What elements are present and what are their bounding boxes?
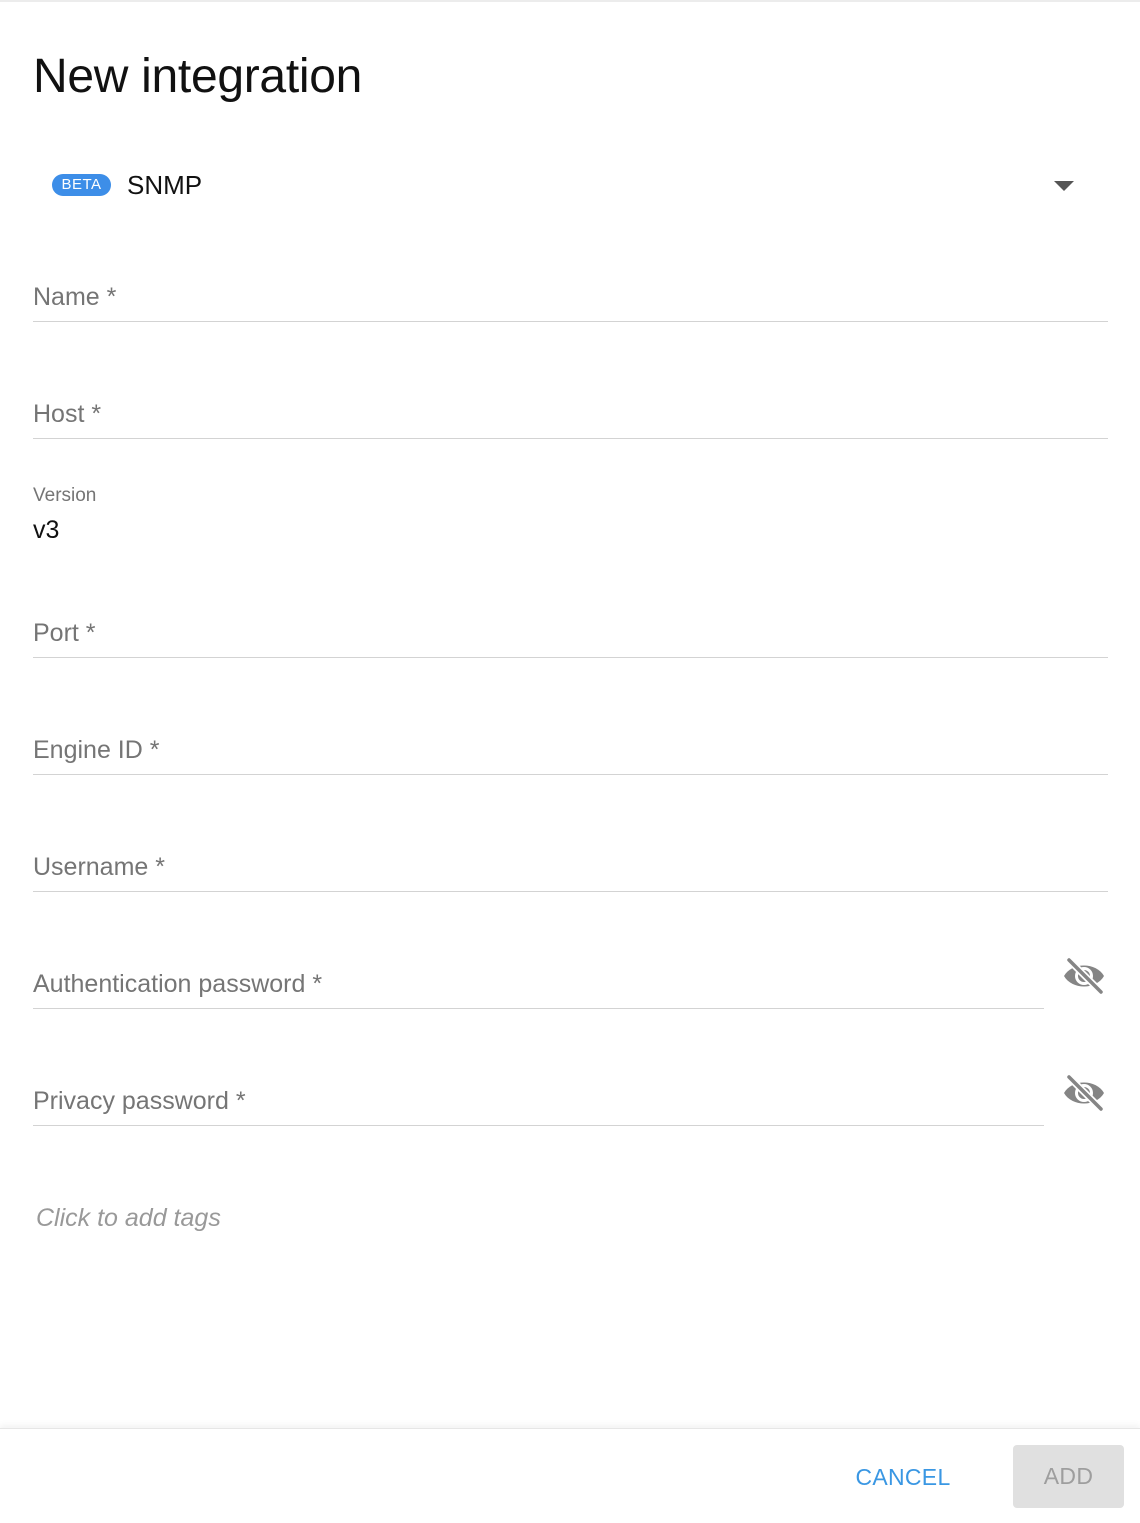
add-button[interactable]: ADD (1013, 1445, 1124, 1508)
name-field[interactable]: Name * (33, 262, 1108, 322)
name-label: Name * (33, 283, 117, 311)
auth-password-visibility-toggle[interactable] (1060, 956, 1108, 996)
chevron-down-icon[interactable] (1054, 181, 1074, 191)
privacy-password-visibility-toggle[interactable] (1060, 1073, 1108, 1113)
username-field[interactable]: Username * (33, 832, 1108, 892)
port-label: Port * (33, 619, 96, 647)
beta-badge: BETA (52, 174, 111, 196)
dialog-top-border (0, 0, 1140, 2)
eye-off-icon (1064, 957, 1104, 995)
integration-type-value: SNMP (127, 170, 203, 200)
host-label: Host * (33, 400, 102, 428)
port-field[interactable]: Port * (33, 598, 1108, 658)
eye-off-icon (1064, 1074, 1104, 1112)
privacy-password-underline (33, 1125, 1044, 1126)
engine-id-label: Engine ID * (33, 736, 160, 764)
privacy-password-label: Privacy password * (33, 1087, 246, 1115)
auth-password-underline (33, 1008, 1044, 1009)
dialog-footer: CANCEL ADD (0, 1428, 1140, 1523)
tags-input[interactable]: Click to add tags (36, 1203, 221, 1233)
version-label: Version (33, 485, 97, 506)
host-field[interactable]: Host * (33, 379, 1108, 439)
integration-type-select[interactable]: BETA SNMP (33, 160, 1108, 210)
version-value: v3 (33, 516, 60, 544)
privacy-password-field[interactable]: Privacy password * (33, 1066, 1044, 1126)
engine-id-field[interactable]: Engine ID * (33, 715, 1108, 775)
username-underline (33, 891, 1108, 892)
host-underline (33, 438, 1108, 439)
username-label: Username * (33, 853, 165, 881)
auth-password-label: Authentication password * (33, 970, 323, 998)
cancel-button[interactable]: CANCEL (842, 1447, 964, 1507)
dialog-title: New integration (33, 50, 363, 103)
port-underline (33, 657, 1108, 658)
name-underline (33, 321, 1108, 322)
engine-id-underline (33, 774, 1108, 775)
auth-password-field[interactable]: Authentication password * (33, 949, 1044, 1009)
